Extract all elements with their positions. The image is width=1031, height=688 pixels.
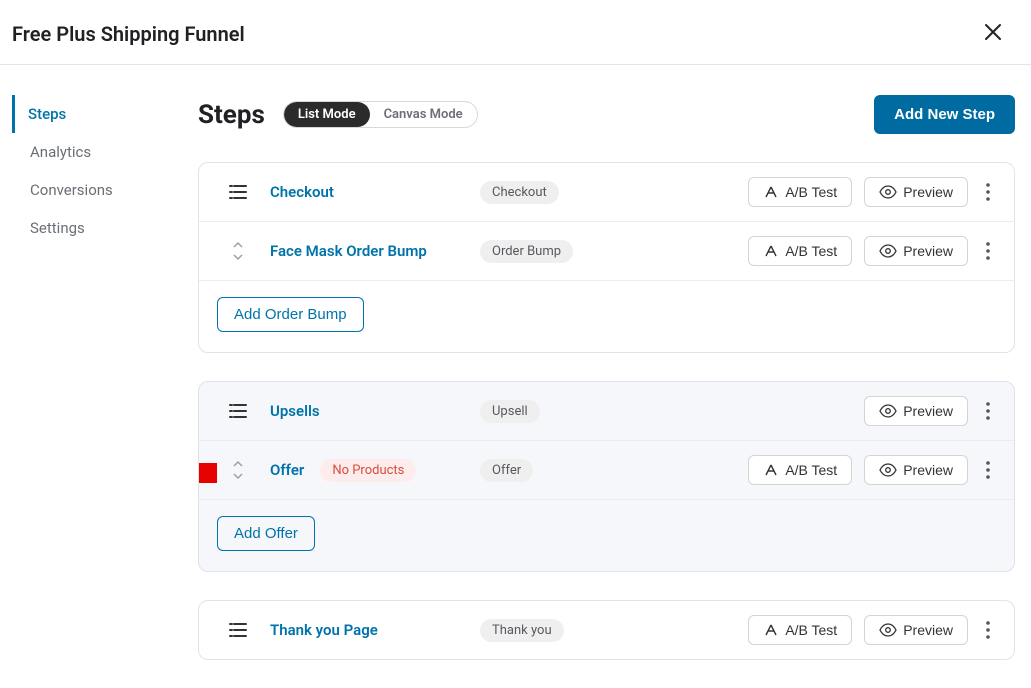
step-title-link[interactable]: Upsells	[270, 402, 320, 420]
preview-button[interactable]: Preview	[864, 455, 968, 485]
step-row: Checkout Checkout A/B Test Preview	[199, 163, 1014, 222]
step-group: UpsellsUpsellPreviewOfferNo ProductsOffe…	[198, 381, 1015, 572]
sidebar-item-steps[interactable]: Steps	[12, 95, 198, 133]
list-icon	[215, 402, 260, 420]
more-menu-icon[interactable]	[980, 457, 996, 483]
sort-handle-icon[interactable]	[215, 458, 260, 482]
eye-icon	[879, 404, 897, 418]
ab-test-icon	[763, 623, 779, 637]
step-title-link[interactable]: Face Mask Order Bump	[270, 242, 427, 260]
step-group: CheckoutCheckoutA/B TestPreviewFace Mask…	[198, 162, 1015, 353]
ab-test-button[interactable]: A/B Test	[748, 615, 852, 645]
add-child-step-button[interactable]: Add Offer	[217, 516, 315, 551]
ab-test-button[interactable]: A/B Test	[748, 177, 852, 207]
step-title-link[interactable]: Thank you Page	[270, 621, 378, 639]
add-child-step-button[interactable]: Add Order Bump	[217, 297, 364, 332]
ab-test-button[interactable]: A/B Test	[748, 236, 852, 266]
view-mode-toggle: List Mode Canvas Mode	[283, 101, 478, 128]
close-icon[interactable]	[975, 18, 1011, 50]
step-type-badge: Thank you	[480, 619, 564, 642]
step-row: Thank you Page Thank you A/B Test Preview	[199, 601, 1014, 659]
preview-button[interactable]: Preview	[864, 615, 968, 645]
add-new-step-button[interactable]: Add New Step	[874, 95, 1015, 134]
sidebar-item-analytics[interactable]: Analytics	[15, 133, 198, 171]
warning-pill: No Products	[320, 459, 416, 482]
page-title: Free Plus Shipping Funnel	[12, 22, 245, 46]
step-row: Offer No Products Offer A/B Test Preview	[199, 441, 1014, 500]
eye-icon	[879, 623, 897, 637]
more-menu-icon[interactable]	[980, 617, 996, 643]
step-title-link[interactable]: Offer	[270, 461, 304, 479]
canvas-mode-tab[interactable]: Canvas Mode	[370, 102, 477, 127]
list-mode-tab[interactable]: List Mode	[284, 102, 370, 127]
eye-icon	[879, 463, 897, 477]
step-type-badge: Order Bump	[480, 240, 573, 263]
sidebar-item-conversions[interactable]: Conversions	[15, 171, 198, 209]
list-icon	[215, 621, 260, 639]
preview-button[interactable]: Preview	[864, 177, 968, 207]
sort-handle-icon[interactable]	[215, 239, 260, 263]
eye-icon	[879, 185, 897, 199]
sidebar-item-settings[interactable]: Settings	[15, 209, 198, 247]
step-type-badge: Offer	[480, 459, 533, 482]
ab-test-icon	[763, 463, 779, 477]
main-content: Steps List Mode Canvas Mode Add New Step…	[198, 95, 1031, 688]
eye-icon	[879, 244, 897, 258]
step-type-badge: Upsell	[480, 400, 540, 423]
more-menu-icon[interactable]	[980, 398, 996, 424]
more-menu-icon[interactable]	[980, 179, 996, 205]
step-group: Thank you Page Thank you A/B Test Preview	[198, 600, 1015, 660]
section-title: Steps	[198, 100, 265, 130]
ab-test-icon	[763, 244, 779, 258]
step-title-link[interactable]: Checkout	[270, 183, 334, 201]
step-row: Upsells Upsell Preview	[199, 382, 1014, 441]
preview-button[interactable]: Preview	[864, 236, 968, 266]
step-row: Face Mask Order Bump Order Bump A/B Test Pr…	[199, 222, 1014, 281]
sidebar: StepsAnalyticsConversionsSettings	[0, 95, 198, 688]
ab-test-icon	[763, 185, 779, 199]
more-menu-icon[interactable]	[980, 238, 996, 264]
step-type-badge: Checkout	[480, 181, 559, 204]
ab-test-button[interactable]: A/B Test	[748, 455, 852, 485]
list-icon	[215, 183, 260, 201]
topbar: Free Plus Shipping Funnel	[0, 0, 1031, 65]
preview-button[interactable]: Preview	[864, 396, 968, 426]
